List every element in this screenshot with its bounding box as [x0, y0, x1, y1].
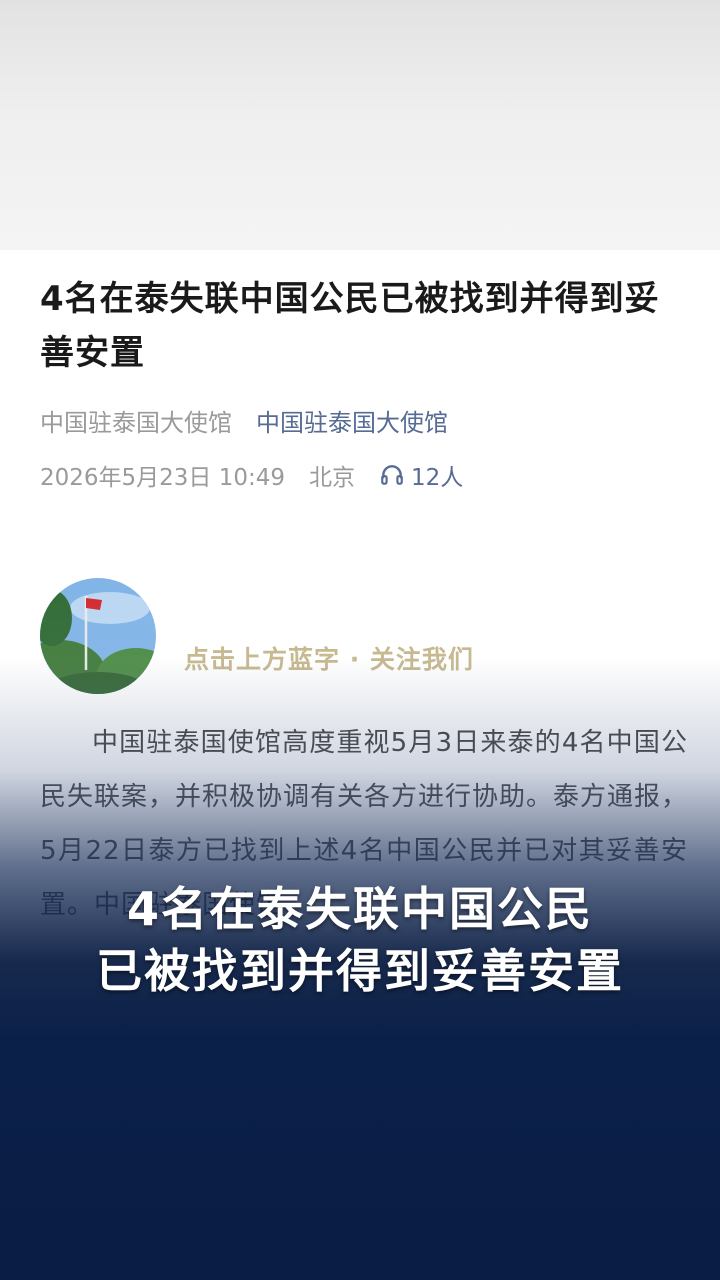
- caption-line-1: 4名在泰失联中国公民: [126, 882, 593, 936]
- listen-button[interactable]: 12人: [379, 458, 463, 492]
- headphones-icon: [381, 465, 403, 485]
- source-name: 中国驻泰国大使馆: [40, 408, 232, 437]
- video-caption: 4名在泰失联中国公民 已被找到并得到妥善安置: [0, 878, 720, 1002]
- publish-location: 北京: [309, 465, 356, 491]
- article-title: 4名在泰失联中国公民已被找到并得到妥善安置: [40, 279, 660, 373]
- account-link[interactable]: 中国驻泰国大使馆: [256, 403, 448, 438]
- source-row: 中国驻泰国大使馆 中国驻泰国大使馆: [40, 400, 448, 440]
- blurred-header-area: [0, 0, 720, 250]
- screen: 4名在泰失联中国公民已被找到并得到妥善安置 中国驻泰国大使馆 中国驻泰国大使馆 …: [0, 0, 720, 1280]
- caption-line-2: 已被找到并得到妥善安置: [96, 944, 624, 998]
- flag-avatar-image: [40, 578, 156, 694]
- meta-row: 2026年5月23日 10:49 北京 12人: [40, 455, 463, 495]
- listen-count: 12人: [411, 465, 464, 491]
- publish-date: 2026年5月23日 10:49: [40, 465, 286, 491]
- account-avatar[interactable]: [40, 578, 156, 694]
- follow-tip: 点击上方蓝字 · 关注我们: [184, 645, 474, 674]
